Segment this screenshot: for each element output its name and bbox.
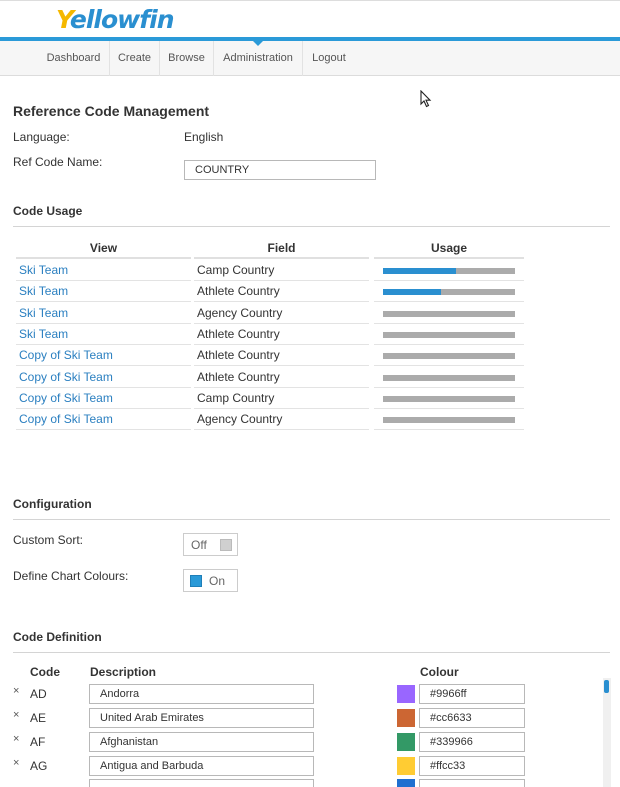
code-value: AE — [30, 711, 47, 725]
yellowfin-logo[interactable]: Yellowfin — [56, 5, 174, 34]
code-value: AG — [30, 759, 48, 773]
description-input[interactable]: Afghanistan — [89, 732, 314, 752]
usage-bar-cell — [374, 367, 524, 388]
toggle-off-square-icon — [220, 539, 232, 551]
usage-field-cell: Athlete Country — [194, 345, 369, 366]
nav-create[interactable]: Create — [110, 41, 160, 76]
delete-row-close-icon[interactable]: × — [13, 709, 19, 721]
code-usage-heading: Code Usage — [13, 204, 83, 218]
refcode-name-label: Ref Code Name: — [13, 155, 103, 169]
view-column-header: View — [89, 241, 118, 255]
language-value: English — [184, 130, 224, 144]
usage-bar — [383, 375, 515, 381]
description-column-header: Description — [90, 665, 157, 679]
colour-swatch[interactable] — [397, 757, 415, 775]
usage-bar-cell — [374, 303, 524, 324]
nav-dashboard[interactable]: Dashboard — [38, 41, 110, 76]
code-definition-divider — [13, 652, 610, 653]
colour-hex-input[interactable]: #ffcc33 — [419, 756, 525, 776]
toggle-on-square-icon — [190, 575, 202, 587]
page-title: Reference Code Management — [13, 103, 210, 119]
custom-sort-toggle[interactable]: Off — [183, 533, 238, 556]
usage-view-link[interactable]: Ski Team — [16, 281, 191, 302]
usage-field-cell: Athlete Country — [194, 367, 369, 388]
usage-view-link[interactable]: Ski Team — [16, 303, 191, 324]
usage-bar-cell — [374, 260, 524, 281]
description-input[interactable]: United Arab Emirates — [89, 708, 314, 728]
usage-field-cell: Athlete Country — [194, 324, 369, 345]
usage-view-link[interactable]: Ski Team — [16, 324, 191, 345]
usage-header-underline — [374, 257, 524, 259]
colour-swatch[interactable] — [397, 685, 415, 703]
scrollbar-thumb[interactable] — [604, 680, 609, 693]
delete-row-close-icon[interactable]: × — [13, 685, 19, 697]
usage-field-cell: Agency Country — [194, 409, 369, 430]
usage-field-cell: Agency Country — [194, 303, 369, 324]
usage-bar-cell — [374, 388, 524, 409]
field-header-underline — [194, 257, 369, 259]
vertical-scrollbar[interactable] — [603, 678, 611, 787]
usage-field-cell: Camp Country — [194, 388, 369, 409]
usage-bar — [383, 332, 515, 338]
code-value: AD — [30, 687, 47, 701]
usage-column-header: Usage — [430, 241, 468, 255]
main-nav: Dashboard Create Browse Administration L… — [0, 41, 620, 76]
colour-hex-input[interactable]: #339966 — [419, 732, 525, 752]
nav-logout[interactable]: Logout — [303, 41, 355, 76]
usage-bar-cell — [374, 409, 524, 430]
usage-bar-cell — [374, 345, 524, 366]
code-usage-divider — [13, 226, 610, 227]
colour-hex-input-partial[interactable] — [419, 779, 525, 787]
custom-sort-state: Off — [191, 538, 207, 552]
define-chart-colours-label: Define Chart Colours: — [13, 569, 129, 583]
language-label: Language: — [13, 130, 70, 144]
description-input[interactable]: Antigua and Barbuda — [89, 756, 314, 776]
usage-bar — [383, 417, 515, 423]
colour-swatch[interactable] — [397, 733, 415, 751]
delete-row-close-icon[interactable]: × — [13, 733, 19, 745]
define-chart-colours-state: On — [209, 574, 226, 588]
view-header-underline — [16, 257, 191, 259]
colour-column-header: Colour — [420, 665, 459, 679]
refcode-name-field[interactable]: COUNTRY — [184, 160, 376, 180]
colour-hex-input[interactable]: #9966ff — [419, 684, 525, 704]
configuration-divider — [13, 519, 610, 520]
usage-bar-fill — [383, 289, 442, 295]
usage-view-link[interactable]: Copy of Ski Team — [16, 367, 191, 388]
custom-sort-label: Custom Sort: — [13, 533, 84, 547]
define-chart-colours-toggle[interactable]: On — [183, 569, 238, 592]
usage-bar-cell — [374, 324, 524, 345]
usage-bar — [383, 353, 515, 359]
code-column-header: Code — [30, 665, 60, 679]
usage-field-cell: Camp Country — [194, 260, 369, 281]
usage-bar — [383, 268, 515, 274]
nav-browse[interactable]: Browse — [160, 41, 214, 76]
usage-bar — [383, 396, 515, 402]
usage-view-link[interactable]: Copy of Ski Team — [16, 345, 191, 366]
description-input-partial[interactable] — [89, 779, 314, 787]
usage-field-cell: Athlete Country — [194, 281, 369, 302]
colour-swatch-partial[interactable] — [397, 779, 415, 787]
code-definition-heading: Code Definition — [13, 630, 102, 644]
description-input[interactable]: Andorra — [89, 684, 314, 704]
colour-hex-input[interactable]: #cc6633 — [419, 708, 525, 728]
usage-bar-cell — [374, 281, 524, 302]
colour-swatch[interactable] — [397, 709, 415, 727]
nav-administration[interactable]: Administration — [214, 41, 303, 76]
usage-bar — [383, 311, 515, 317]
field-column-header: Field — [267, 241, 296, 255]
usage-bar-fill — [383, 268, 456, 274]
usage-view-link[interactable]: Ski Team — [16, 260, 191, 281]
usage-bar — [383, 289, 515, 295]
usage-view-link[interactable]: Copy of Ski Team — [16, 388, 191, 409]
delete-row-close-icon[interactable]: × — [13, 757, 19, 769]
app-header: Yellowfin — [0, 0, 620, 40]
configuration-heading: Configuration — [13, 497, 92, 511]
code-value: AF — [30, 735, 46, 749]
usage-view-link[interactable]: Copy of Ski Team — [16, 409, 191, 430]
mouse-pointer-icon — [420, 90, 432, 108]
